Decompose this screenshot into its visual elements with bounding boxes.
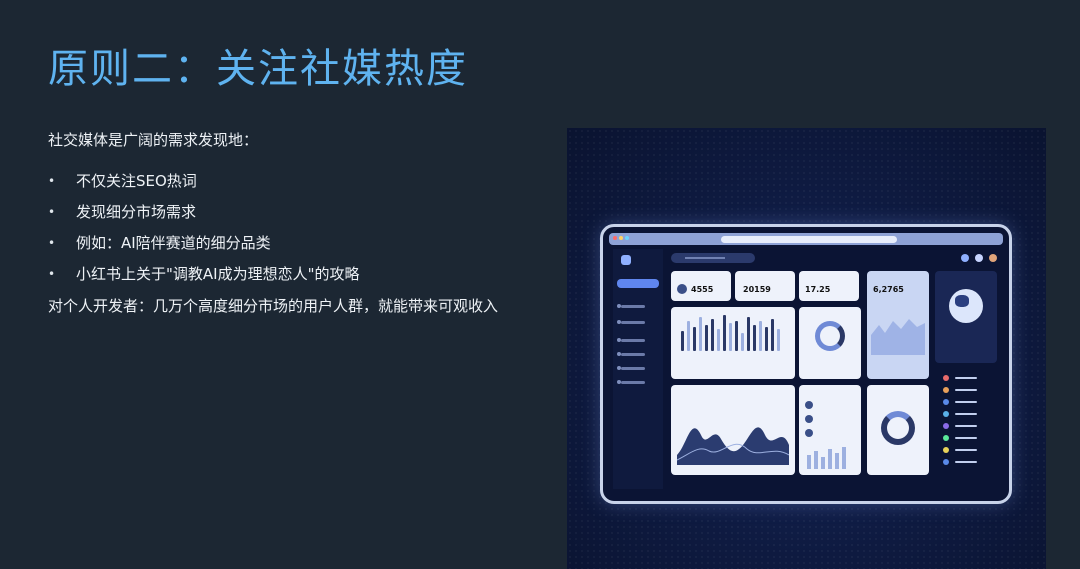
sidebar-item	[617, 366, 645, 370]
stat-card: 4555	[671, 271, 731, 301]
donut-card	[867, 385, 929, 475]
area-chart-card	[671, 385, 795, 475]
sidebar-item	[617, 320, 645, 324]
bullet-dot: •	[48, 236, 56, 250]
bullet-dot: •	[48, 205, 56, 219]
bullet-text: 不仅关注SEO热词	[76, 172, 197, 190]
top-icons	[911, 253, 1001, 263]
slide-title: 原则二：关注社媒热度	[48, 46, 468, 92]
stat-card: 17.25	[799, 271, 859, 301]
sidebar-item	[617, 304, 645, 308]
app-sidebar	[613, 249, 663, 489]
bullet-text: 发现细分市场需求	[76, 203, 197, 221]
stat-value: 6,2765	[873, 285, 904, 294]
sidebar-item	[617, 380, 645, 384]
tablet-frame: 4555 20159 17.25 6,2765	[600, 224, 1012, 504]
content-block: 社交媒体是广阔的需求发现地： • 不仅关注SEO热词 • 发现细分市场需求 • 例如：…	[48, 126, 548, 320]
ranking-list	[935, 367, 997, 477]
bullet-dot: •	[48, 267, 56, 281]
donut-ring	[881, 411, 915, 445]
bullet-list: • 不仅关注SEO热词 • 发现细分市场需求 • 例如：AI陪伴赛道的细分品类 • 小红…	[48, 166, 548, 290]
app-logo-icon	[621, 255, 631, 265]
bullet-item: • 例如：AI陪伴赛道的细分品类	[48, 228, 548, 259]
bullet-item: • 小红书上关于"调教AI成为理想恋人"的攻略	[48, 259, 548, 290]
stat-card: 20159	[735, 271, 795, 301]
list-card	[799, 385, 861, 475]
bullet-text: 小红书上关于"调教AI成为理想恋人"的攻略	[76, 265, 360, 283]
mini-bars	[807, 447, 846, 469]
stat-value: 20159	[743, 285, 771, 294]
sidebar-item-active	[617, 279, 659, 288]
dashboard-illustration: 4555 20159 17.25 6,2765	[567, 128, 1046, 569]
stat-value: 4555	[691, 285, 714, 294]
avatar	[677, 284, 687, 294]
donut-card	[799, 307, 861, 379]
bar-chart-card	[671, 307, 795, 379]
stat-value: 17.25	[805, 285, 831, 294]
bullet-item: • 不仅关注SEO热词	[48, 166, 548, 197]
donut-ring	[815, 321, 845, 351]
globe-land-icon	[955, 295, 969, 307]
bullet-dot: •	[48, 174, 56, 188]
bullet-item: • 发现细分市场需求	[48, 197, 548, 228]
search-bar	[671, 253, 755, 263]
intro-text: 社交媒体是广阔的需求发现地：	[48, 131, 259, 149]
globe-card	[935, 271, 997, 363]
area-chart	[677, 427, 789, 465]
stat-card: 6,2765	[867, 271, 929, 379]
bullet-text: 例如：AI陪伴赛道的细分品类	[76, 234, 271, 252]
sidebar-item	[617, 338, 645, 342]
area-wave	[871, 319, 925, 355]
closing-text: 对个人开发者：几万个高度细分市场的用户人群，就能带来可观收入	[48, 297, 499, 315]
sidebar-item	[617, 352, 645, 356]
address-bar	[721, 236, 897, 243]
